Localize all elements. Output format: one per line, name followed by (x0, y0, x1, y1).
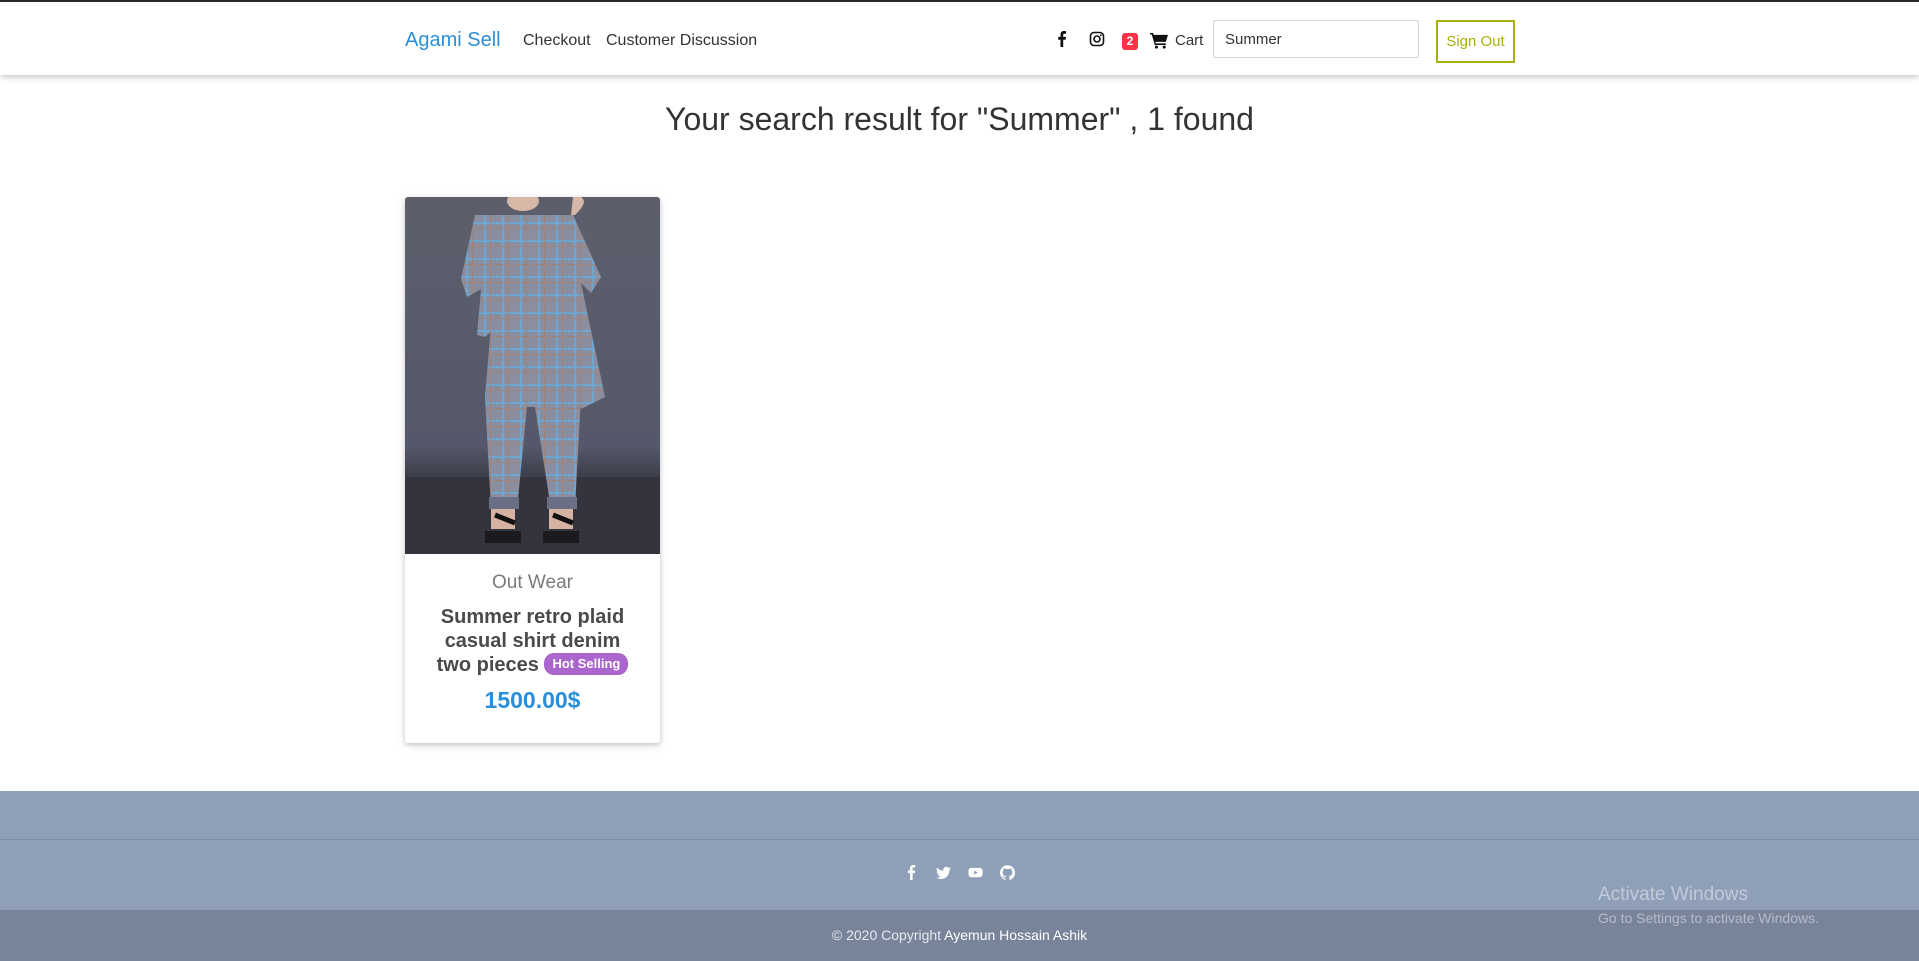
twitter-icon (936, 866, 951, 879)
instagram-icon[interactable] (1088, 30, 1106, 48)
author-link[interactable]: Ayemun Hossain Ashik (944, 927, 1087, 943)
facebook-icon-glyph (1058, 31, 1066, 47)
windows-activation-watermark: Activate Windows Go to Settings to activ… (1598, 884, 1819, 926)
watermark-title: Activate Windows (1598, 884, 1748, 905)
copyright-text: © 2020 Copyright (831, 927, 942, 943)
facebook-icon[interactable] (1053, 30, 1071, 48)
cart-link[interactable]: Cart (1150, 30, 1203, 50)
search-result-title: Your search result for "Summer" , 1 foun… (665, 101, 1254, 137)
shopping-cart-icon (1150, 32, 1168, 49)
product-photo-illustration (405, 197, 660, 554)
youtube-icon (968, 867, 983, 877)
product-price: 1500.00$ (484, 687, 581, 713)
footer-youtube-icon[interactable] (968, 864, 984, 880)
github-icon (1000, 864, 1015, 880)
cart-count-badge: 2 (1122, 33, 1138, 50)
navbar: Agami Sell Checkout Customer Discussion … (0, 2, 1919, 75)
footer-github-icon[interactable] (1000, 864, 1016, 880)
watermark-subtitle: Go to Settings to activate Windows. (1598, 910, 1819, 926)
product-image[interactable] (405, 197, 660, 554)
footer-social-row (0, 864, 1919, 880)
sign-out-button[interactable]: Sign Out (1436, 20, 1515, 63)
hot-selling-badge: Hot Selling (544, 652, 629, 675)
product-category: Out Wear (492, 572, 573, 593)
nav-checkout-link[interactable]: Checkout (523, 32, 591, 50)
search-input[interactable] (1213, 20, 1419, 58)
product-card-body: Out Wear Summer retro plaid casual shirt… (405, 554, 660, 714)
product-card[interactable]: Out Wear Summer retro plaid casual shirt… (405, 197, 660, 743)
brand-link[interactable]: Agami Sell (405, 29, 501, 52)
instagram-icon-glyph (1089, 31, 1105, 47)
footer-facebook-icon[interactable] (904, 864, 920, 880)
product-title[interactable]: Summer retro plaid casual shirt denim tw… (425, 605, 640, 677)
footer-divider (0, 839, 1919, 840)
nav-customer-discussion-link[interactable]: Customer Discussion (606, 32, 757, 50)
facebook-icon (907, 864, 916, 880)
cart-label: Cart (1175, 31, 1204, 49)
footer-twitter-icon[interactable] (936, 864, 952, 880)
